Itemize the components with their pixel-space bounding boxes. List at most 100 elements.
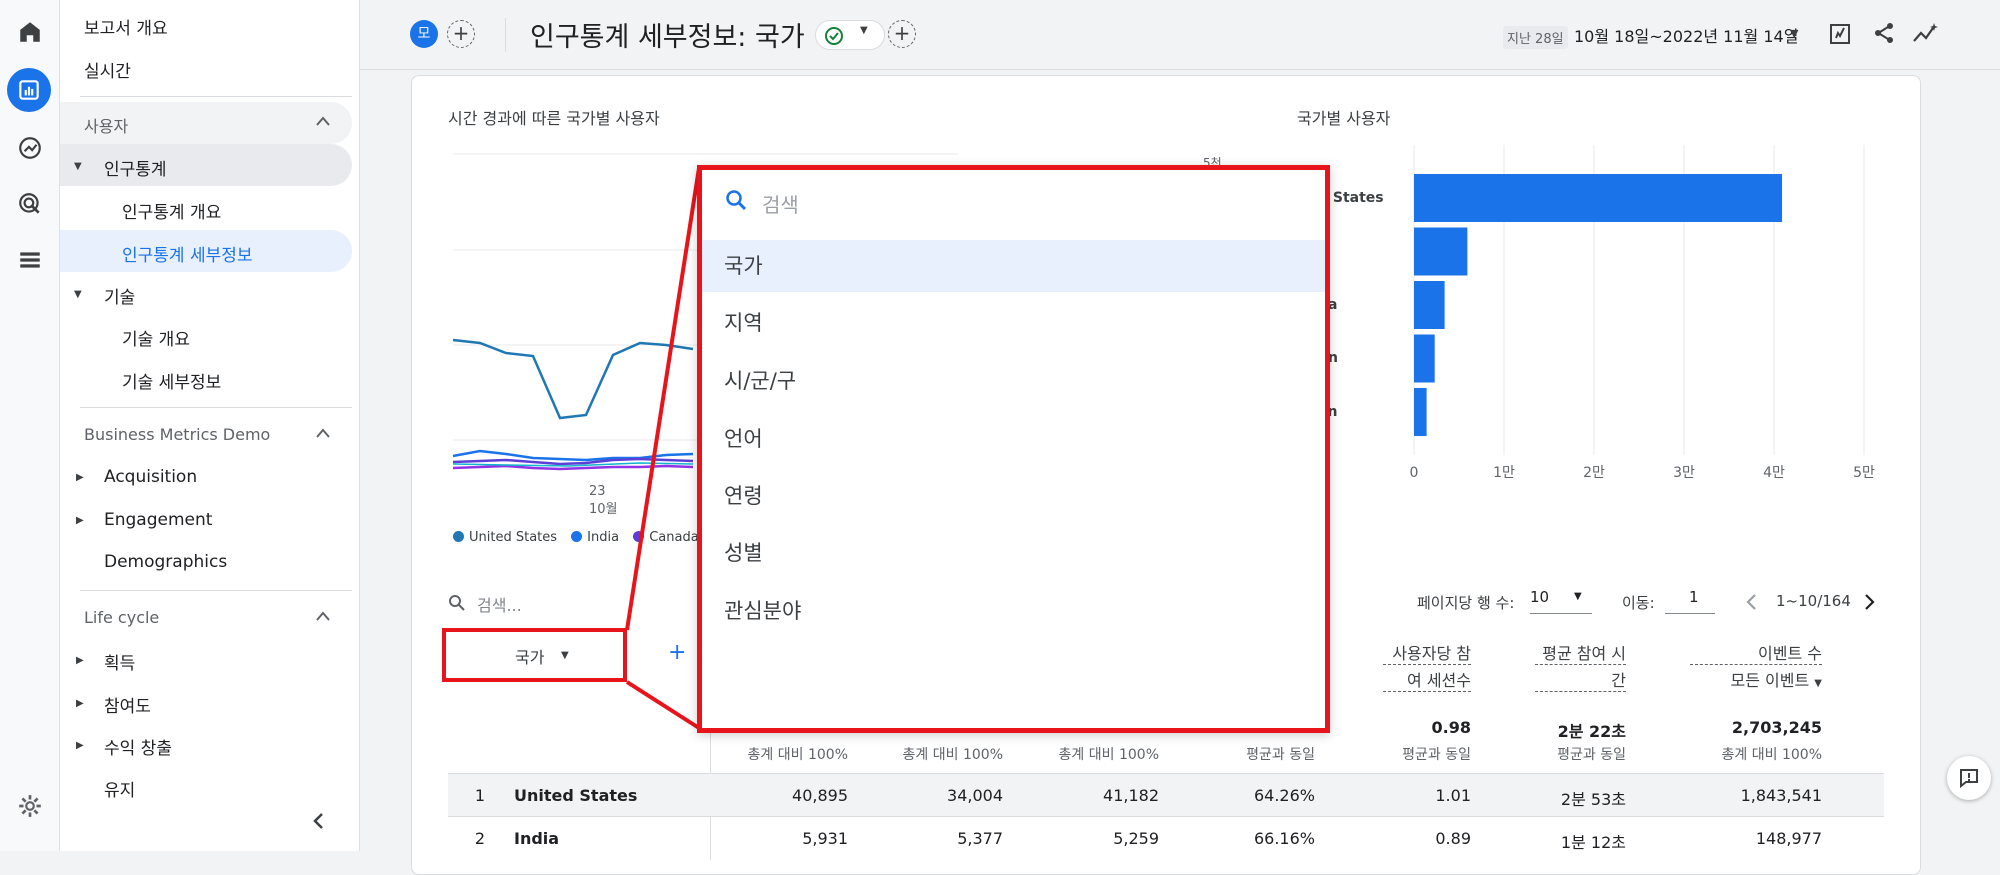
goto-label: 이동: bbox=[1622, 594, 1655, 612]
chevron-up-icon[interactable] bbox=[316, 428, 330, 438]
legend-label: India bbox=[587, 530, 620, 545]
divider bbox=[505, 18, 506, 52]
col-header-events[interactable]: 이벤트 수 모든 이벤트 ▼ bbox=[1690, 640, 1822, 691]
row-country[interactable]: India bbox=[514, 829, 559, 848]
chevron-up-icon[interactable] bbox=[316, 116, 330, 126]
section-header-bmd[interactable]: Business Metrics Demo bbox=[84, 425, 270, 444]
rows-per-page-label: 페이지당 행 수: bbox=[1417, 594, 1515, 612]
prev-page-icon[interactable] bbox=[1745, 593, 1757, 611]
callout-line bbox=[625, 167, 701, 631]
pagination-range: 1~10/164 bbox=[1776, 592, 1851, 610]
sidebar-item-engagement[interactable]: Engagement bbox=[104, 510, 212, 530]
sidebar-item-tech[interactable]: 기술 bbox=[104, 283, 135, 308]
caret-down-icon: ▼ bbox=[1574, 591, 1582, 602]
sidebar-item-overview[interactable]: 보고서 개요 bbox=[84, 14, 168, 39]
dimension-dropdown: 검색 국가 지역 시/군/구 언어 연령 성별 관심분야 bbox=[697, 165, 1330, 733]
col-header-line: 간 bbox=[1535, 667, 1626, 692]
total-sub: 총계 대비 100% bbox=[1058, 747, 1159, 763]
dropdown-option-country[interactable]: 국가 bbox=[702, 240, 1325, 292]
row-cell: 40,895 bbox=[792, 786, 848, 805]
advertising-icon[interactable] bbox=[14, 188, 46, 220]
bar-chart-title: 국가별 사용자 bbox=[1297, 109, 1391, 128]
divider bbox=[80, 407, 352, 408]
row-country[interactable]: United States bbox=[514, 786, 637, 805]
add-comparison-button[interactable]: + bbox=[447, 20, 475, 48]
bar[interactable] bbox=[1414, 388, 1427, 436]
sidebar-item-tech-details[interactable]: 기술 세부정보 bbox=[122, 368, 221, 393]
sidebar-item-lc-retention[interactable]: 유지 bbox=[104, 776, 135, 801]
next-page-icon[interactable] bbox=[1864, 593, 1876, 611]
saved-status-chip[interactable]: ▼ bbox=[815, 20, 885, 50]
date-range-picker[interactable]: 10월 18일~2022년 11월 14일 bbox=[1574, 23, 1798, 47]
divider bbox=[80, 96, 352, 97]
dropdown-option-language[interactable]: 언어 bbox=[702, 413, 1325, 465]
row-cell: 5,377 bbox=[957, 829, 1003, 848]
row-cell: 34,004 bbox=[947, 786, 1003, 805]
callout-lines bbox=[625, 167, 701, 730]
col-header-avg-engagement[interactable]: 평균 참여 시 간 bbox=[1535, 640, 1626, 692]
reports-icon[interactable] bbox=[7, 68, 51, 112]
col-header-sessions-per-user[interactable]: 사용자당 참 여 세션수 bbox=[1383, 640, 1471, 692]
settings-icon[interactable] bbox=[14, 790, 46, 822]
event-filter-select[interactable]: 모든 이벤트 bbox=[1731, 671, 1810, 690]
col-header-line: 여 세션수 bbox=[1383, 667, 1471, 692]
sidebar-item-acquisition[interactable]: Acquisition bbox=[104, 467, 197, 487]
rows-per-page-select[interactable]: 10 ▼ bbox=[1530, 588, 1592, 614]
collapse-sidebar-icon[interactable] bbox=[312, 812, 324, 830]
x-tick-label: 3만 bbox=[1673, 465, 1695, 481]
sidebar-item-realtime[interactable]: 실시간 bbox=[84, 57, 131, 82]
comparison-badge[interactable]: 모 bbox=[410, 20, 438, 48]
table-search-input[interactable]: 검색... bbox=[477, 592, 522, 616]
sidebar-item-demographics-overview[interactable]: 인구통계 개요 bbox=[122, 198, 221, 223]
caret-down-icon[interactable]: ▼ bbox=[1790, 27, 1798, 40]
row-cell: 0.89 bbox=[1435, 829, 1471, 848]
bar[interactable] bbox=[1414, 174, 1783, 222]
configure-icon[interactable] bbox=[14, 244, 46, 276]
row-cell: 2분 53초 bbox=[1560, 790, 1626, 809]
col-header-line: 평균 참여 시 bbox=[1535, 640, 1626, 665]
total-sub: 총계 대비 100% bbox=[747, 747, 848, 763]
dropdown-option-city[interactable]: 시/군/구 bbox=[702, 355, 1325, 407]
add-filter-button[interactable]: + bbox=[888, 20, 916, 48]
sidebar-item-lc-acquisition[interactable]: 획득 bbox=[104, 649, 135, 674]
section-header-lifecycle[interactable]: Life cycle bbox=[84, 608, 159, 627]
page-title: 인구통계 세부정보: 국가 bbox=[530, 22, 805, 53]
legend-item[interactable]: United States bbox=[453, 530, 557, 545]
dropdown-option-gender[interactable]: 성별 bbox=[702, 527, 1325, 579]
search-icon bbox=[449, 595, 465, 611]
dropdown-option-age[interactable]: 연령 bbox=[702, 470, 1325, 522]
bar[interactable] bbox=[1414, 227, 1468, 276]
bar[interactable] bbox=[1414, 281, 1445, 329]
feedback-button[interactable] bbox=[1947, 756, 1991, 800]
nav-rail bbox=[0, 0, 60, 851]
customize-report-icon[interactable] bbox=[1828, 22, 1852, 46]
row-cell: 5,931 bbox=[802, 829, 848, 848]
row-cell: 66.16% bbox=[1253, 829, 1315, 848]
table-row[interactable] bbox=[448, 773, 1884, 817]
insights-icon[interactable] bbox=[1912, 21, 1940, 45]
sidebar-item-demographics-en[interactable]: Demographics bbox=[104, 552, 227, 572]
explore-icon[interactable] bbox=[14, 132, 46, 164]
row-cell: 5,259 bbox=[1113, 829, 1159, 848]
caret-right-icon: ▶ bbox=[76, 515, 84, 526]
goto-page-input[interactable]: 1 bbox=[1665, 588, 1715, 614]
reports-sidebar: 보고서 개요 실시간 사용자 ▼ 인구통계 인구통계 개요 인구통계 세부정보 … bbox=[60, 0, 360, 851]
col-header-line: 사용자당 참 bbox=[1383, 640, 1471, 665]
row-rank: 2 bbox=[474, 829, 485, 848]
chevron-up-icon[interactable] bbox=[316, 611, 330, 621]
row-rank: 1 bbox=[474, 786, 485, 805]
rows-per-page-value: 10 bbox=[1530, 588, 1550, 606]
dropdown-search-input[interactable]: 검색 bbox=[762, 189, 799, 218]
home-icon[interactable] bbox=[14, 16, 46, 48]
dropdown-option-interests[interactable]: 관심분야 bbox=[702, 585, 1325, 637]
legend-item[interactable]: India bbox=[571, 530, 619, 545]
share-icon[interactable] bbox=[1872, 21, 1896, 45]
caret-down-icon: ▼ bbox=[74, 289, 82, 300]
sidebar-item-lc-engagement[interactable]: 참여도 bbox=[104, 692, 151, 717]
sidebar-item-lc-monetization[interactable]: 수익 창출 bbox=[104, 734, 172, 759]
dropdown-option-region[interactable]: 지역 bbox=[702, 297, 1325, 349]
caret-down-icon: ▼ bbox=[860, 25, 868, 36]
bar[interactable] bbox=[1414, 334, 1435, 383]
x-tick-label: 0 bbox=[1410, 465, 1419, 481]
sidebar-item-tech-overview[interactable]: 기술 개요 bbox=[122, 325, 190, 350]
